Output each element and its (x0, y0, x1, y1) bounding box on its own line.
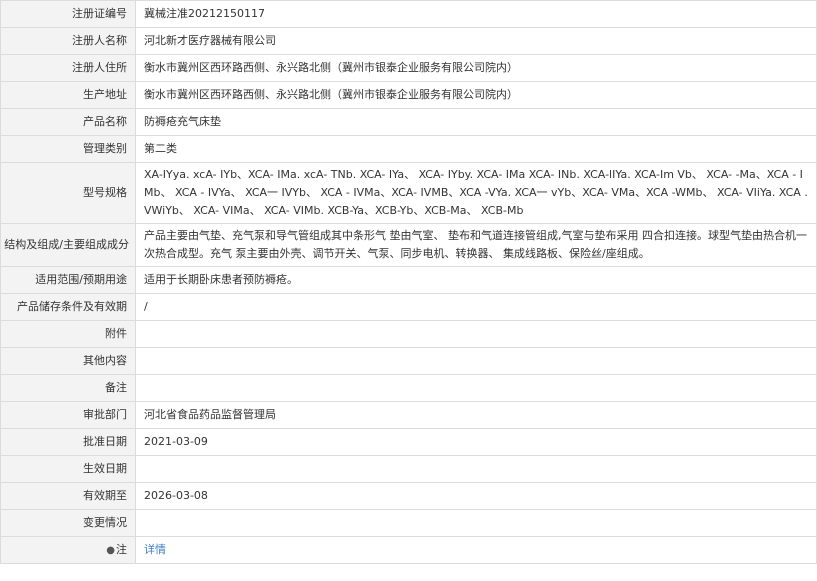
label-production-address: 生产地址 (0, 81, 136, 109)
value-approval-department: 河北省食品药品监督管理局 (135, 401, 817, 429)
row-other-content: 其他内容 (0, 347, 817, 375)
row-structure-composition: 结构及组成/主要组成成分 产品主要由气垫、充气泵和导气管组成其中条形气 垫由气室… (0, 223, 817, 267)
value-other-content (135, 347, 817, 375)
label-storage-validity: 产品储存条件及有效期 (0, 293, 136, 321)
row-approval-date: 批准日期 2021-03-09 (0, 428, 817, 456)
row-note: ●注 详情 (0, 536, 817, 564)
value-model-specs: XA-IYya. xcA- IYb、XCA- IMa. xcA- TNb. XC… (135, 162, 817, 224)
label-approval-department: 审批部门 (0, 401, 136, 429)
value-effective-date (135, 455, 817, 483)
label-intended-use: 适用范围/预期用途 (0, 266, 136, 294)
value-product-name: 防褥疮充气床垫 (135, 108, 817, 136)
row-valid-until: 有效期至 2026-03-08 (0, 482, 817, 510)
value-note: 详情 (135, 536, 817, 564)
label-other-content: 其他内容 (0, 347, 136, 375)
row-attachments: 附件 (0, 320, 817, 348)
value-change-history (135, 509, 817, 537)
value-management-category: 第二类 (135, 135, 817, 163)
value-storage-validity: / (135, 293, 817, 321)
row-storage-validity: 产品储存条件及有效期 / (0, 293, 817, 321)
value-remarks (135, 374, 817, 402)
label-attachments: 附件 (0, 320, 136, 348)
row-registrant-name: 注册人名称 河北新才医疗器械有限公司 (0, 27, 817, 55)
label-approval-date: 批准日期 (0, 428, 136, 456)
label-note: ●注 (0, 536, 136, 564)
row-registration-number: 注册证编号 冀械注准20212150117 (0, 0, 817, 28)
row-remarks: 备注 (0, 374, 817, 402)
value-registration-number: 冀械注准20212150117 (135, 0, 817, 28)
row-change-history: 变更情况 (0, 509, 817, 537)
label-structure-composition: 结构及组成/主要组成成分 (0, 223, 136, 267)
note-label-text: 注 (116, 542, 127, 556)
row-intended-use: 适用范围/预期用途 适用于长期卧床患者预防褥疮。 (0, 266, 817, 294)
label-registration-number: 注册证编号 (0, 0, 136, 28)
value-approval-date: 2021-03-09 (135, 428, 817, 456)
row-management-category: 管理类别 第二类 (0, 135, 817, 163)
label-model-specs: 型号规格 (0, 162, 136, 224)
registration-detail-table: 注册证编号 冀械注准20212150117 注册人名称 河北新才医疗器械有限公司… (0, 0, 817, 564)
row-effective-date: 生效日期 (0, 455, 817, 483)
value-attachments (135, 320, 817, 348)
value-registrant-address: 衡水市冀州区西环路西侧、永兴路北侧（冀州市银泰企业服务有限公司院内） (135, 54, 817, 82)
label-change-history: 变更情况 (0, 509, 136, 537)
label-registrant-address: 注册人住所 (0, 54, 136, 82)
value-registrant-name: 河北新才医疗器械有限公司 (135, 27, 817, 55)
value-structure-composition: 产品主要由气垫、充气泵和导气管组成其中条形气 垫由气室、 垫布和气道连接管组成,… (135, 223, 817, 267)
label-effective-date: 生效日期 (0, 455, 136, 483)
label-registrant-name: 注册人名称 (0, 27, 136, 55)
label-management-category: 管理类别 (0, 135, 136, 163)
map-pin-icon: ● (106, 544, 115, 556)
row-product-name: 产品名称 防褥疮充气床垫 (0, 108, 817, 136)
details-link[interactable]: 详情 (144, 543, 166, 556)
label-valid-until: 有效期至 (0, 482, 136, 510)
row-model-specs: 型号规格 XA-IYya. xcA- IYb、XCA- IMa. xcA- TN… (0, 162, 817, 224)
label-remarks: 备注 (0, 374, 136, 402)
value-valid-until: 2026-03-08 (135, 482, 817, 510)
row-registrant-address: 注册人住所 衡水市冀州区西环路西侧、永兴路北侧（冀州市银泰企业服务有限公司院内） (0, 54, 817, 82)
value-production-address: 衡水市冀州区西环路西侧、永兴路北侧（冀州市银泰企业服务有限公司院内） (135, 81, 817, 109)
row-approval-department: 审批部门 河北省食品药品监督管理局 (0, 401, 817, 429)
row-production-address: 生产地址 衡水市冀州区西环路西侧、永兴路北侧（冀州市银泰企业服务有限公司院内） (0, 81, 817, 109)
value-intended-use: 适用于长期卧床患者预防褥疮。 (135, 266, 817, 294)
label-product-name: 产品名称 (0, 108, 136, 136)
